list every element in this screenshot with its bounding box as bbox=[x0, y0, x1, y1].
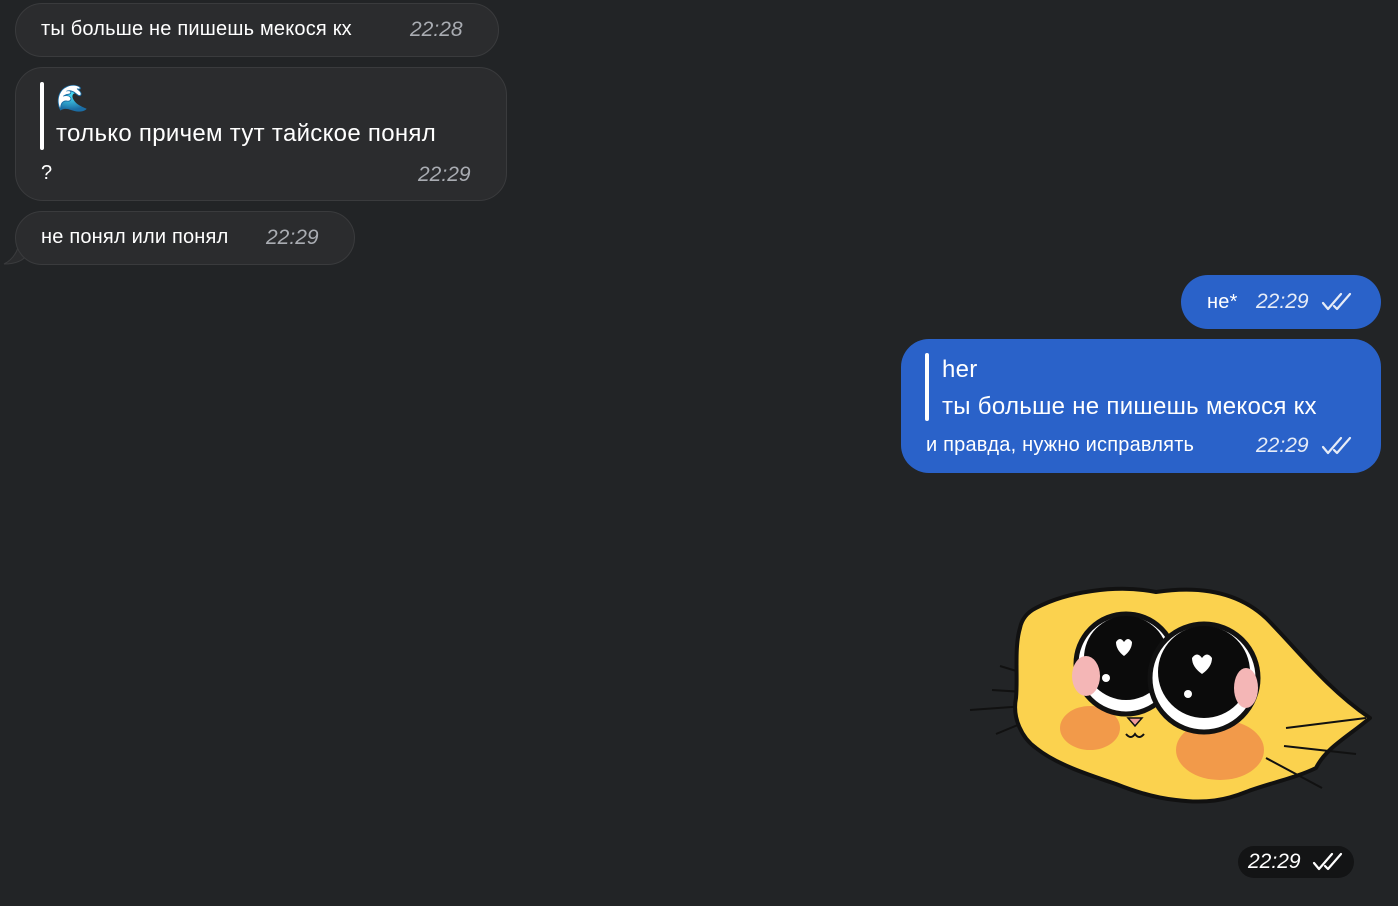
message-time: 22:29 bbox=[418, 163, 471, 186]
yellow-cat-sticker[interactable] bbox=[966, 578, 1372, 810]
incoming-message[interactable]: ты больше не пишешь мекося кх 22:28 bbox=[15, 3, 499, 57]
quote-bar bbox=[925, 353, 929, 421]
quote-emoji: 🌊 bbox=[56, 83, 89, 113]
message-text: и правда, нужно исправлять bbox=[926, 434, 1195, 456]
message-time: 22:29 bbox=[1256, 290, 1309, 313]
message-time: 22:29 bbox=[1256, 434, 1309, 457]
message-time: 22:29 bbox=[1248, 850, 1301, 873]
sticker-time-badge: 22:29 bbox=[1238, 846, 1354, 878]
message-text: ты больше не пишешь мекося кх bbox=[41, 18, 352, 40]
incoming-message-with-quote[interactable]: 🌊 только причем тут тайское понял ? 22:2… bbox=[15, 67, 507, 201]
quote-author: her bbox=[942, 356, 978, 383]
reply-quote[interactable]: 🌊 только причем тут тайское понял bbox=[40, 82, 490, 152]
double-check-icon bbox=[1312, 852, 1343, 871]
quote-bar bbox=[40, 82, 44, 150]
outgoing-message-with-quote[interactable]: her ты больше не пишешь мекося кх и прав… bbox=[901, 339, 1381, 473]
reply-quote[interactable]: her ты больше не пишешь мекося кх bbox=[925, 353, 1365, 423]
outgoing-message[interactable]: не* 22:29 bbox=[1181, 275, 1381, 329]
message-text: ? bbox=[41, 162, 53, 184]
incoming-message[interactable]: не понял или понял 22:29 bbox=[15, 211, 355, 265]
message-text: не понял или понял bbox=[41, 226, 229, 248]
double-check-icon bbox=[1321, 436, 1352, 455]
quote-text: только причем тут тайское понял bbox=[56, 120, 437, 147]
chat-area: ты больше не пишешь мекося кх 22:28 🌊 то… bbox=[0, 0, 1398, 906]
quote-text: ты больше не пишешь мекося кх bbox=[942, 393, 1317, 420]
message-time: 22:29 bbox=[266, 226, 319, 249]
eye-right bbox=[1147, 621, 1261, 735]
double-check-icon bbox=[1321, 292, 1352, 311]
message-time: 22:28 bbox=[410, 18, 463, 41]
message-text: не* bbox=[1207, 291, 1238, 313]
